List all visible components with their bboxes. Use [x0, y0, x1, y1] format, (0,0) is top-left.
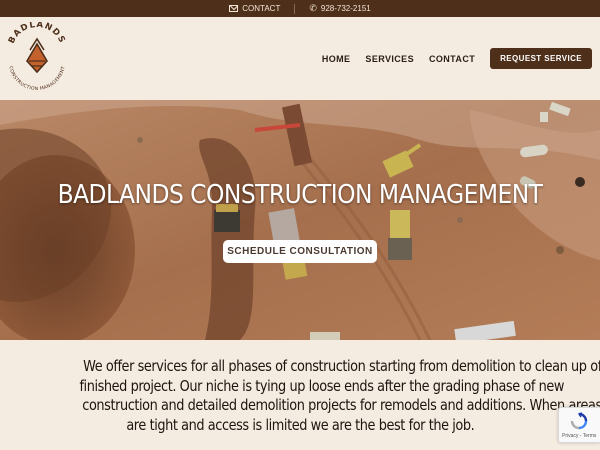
- main-nav: HOME SERVICES CONTACT REQUEST SERVICE: [322, 48, 592, 69]
- topbar-contact-label[interactable]: CONTACT: [242, 4, 280, 13]
- topbar-divider: [294, 3, 296, 14]
- site-header: BADLANDS CONSTRUCTION MANAGEMENT HOME SE…: [0, 17, 600, 100]
- intro-line: are tight and access is limited we are t…: [126, 415, 474, 434]
- phone-icon: ✆: [309, 3, 317, 13]
- services-intro-text: We offer services for all phases of cons…: [40, 357, 600, 435]
- recaptcha-icon: [570, 412, 588, 430]
- recaptcha-links[interactable]: Privacy - Terms: [562, 433, 596, 439]
- svg-text:BADLANDS: BADLANDS: [7, 22, 67, 45]
- recaptcha-badge[interactable]: Privacy - Terms: [558, 407, 600, 443]
- topbar-phone-number[interactable]: 928-732-2151: [321, 4, 371, 13]
- mountain-mark-icon: [26, 37, 48, 74]
- intro-line: finished project. Our niche is tying up …: [79, 376, 565, 395]
- nav-item-contact[interactable]: CONTACT: [429, 54, 475, 64]
- hero-title: BADLANDS CONSTRUCTION MANAGEMENT: [57, 180, 543, 210]
- schedule-consultation-button[interactable]: SCHEDULE CONSULTATION: [223, 240, 377, 263]
- badlands-logo[interactable]: BADLANDS CONSTRUCTION MANAGEMENT: [6, 22, 68, 96]
- logo-name: BADLANDS: [7, 22, 66, 45]
- request-service-button[interactable]: REQUEST SERVICE: [490, 48, 592, 69]
- envelope-icon: [229, 5, 239, 12]
- intro-line: We offer services for all phases of cons…: [83, 357, 600, 375]
- top-contact-bar: CONTACT ✆ 928-732-2151: [0, 0, 600, 17]
- topbar-contact-link[interactable]: CONTACT: [229, 4, 280, 13]
- nav-item-services[interactable]: SERVICES: [365, 54, 414, 64]
- hero-construction-photo: [0, 100, 600, 340]
- topbar-phone-link[interactable]: ✆ 928-732-2151: [309, 3, 371, 14]
- hero-section: BADLANDS CONSTRUCTION MANAGEMENT SCHEDUL…: [0, 100, 600, 340]
- intro-line: construction and detailed demolition pro…: [82, 396, 600, 414]
- nav-item-home[interactable]: HOME: [322, 54, 351, 64]
